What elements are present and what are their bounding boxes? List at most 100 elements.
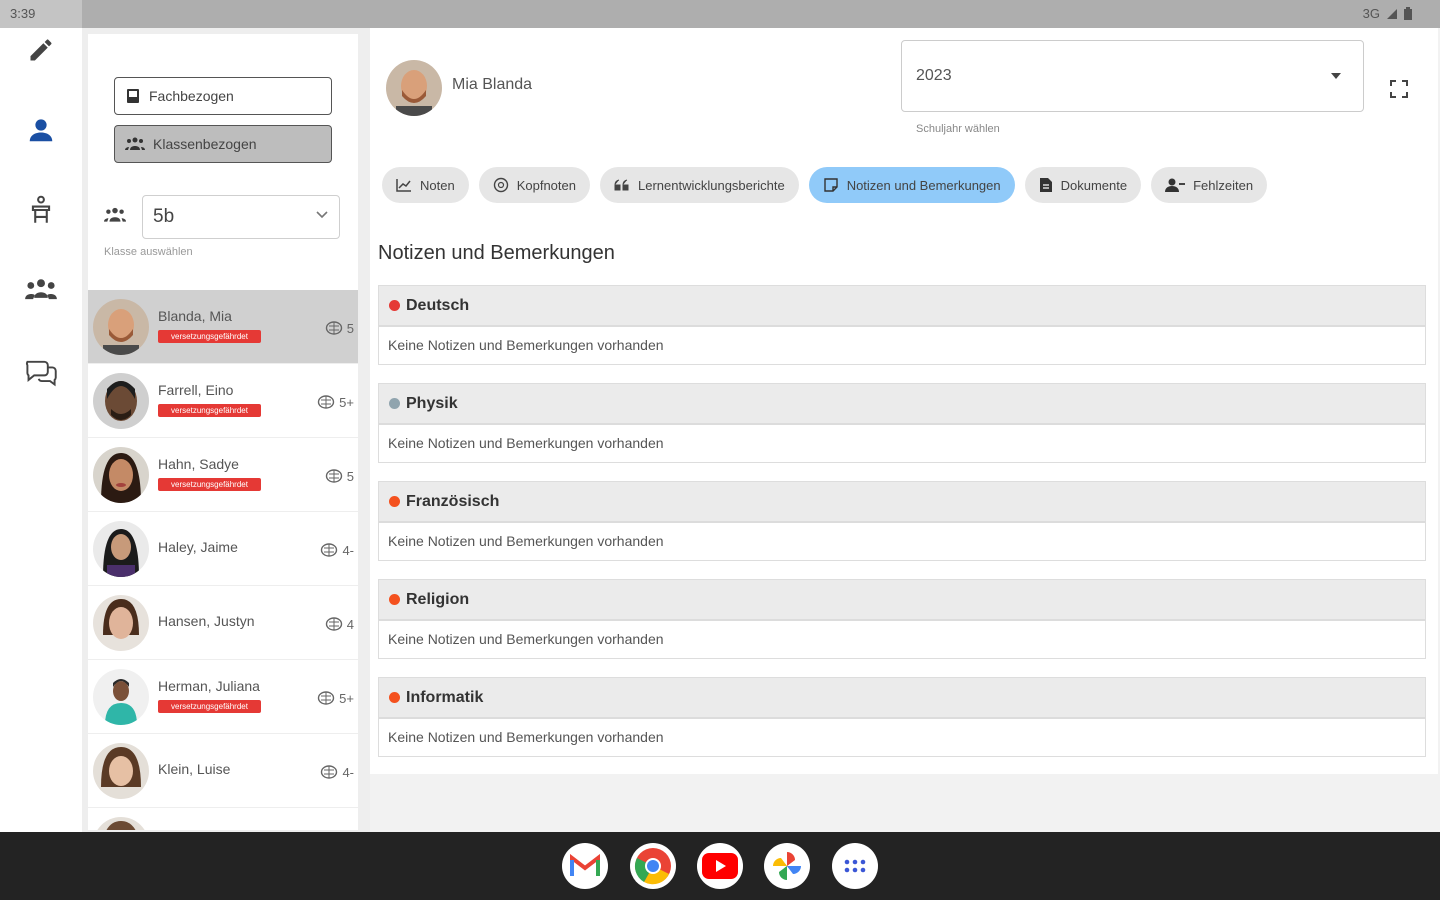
- avatar: [93, 669, 149, 725]
- student-grade: 4-: [320, 764, 354, 780]
- tab-noten[interactable]: Noten: [382, 167, 469, 203]
- subject-notes: Keine Notizen und Bemerkungen vorhanden: [388, 337, 664, 353]
- people-icon: [125, 137, 145, 150]
- tab-dokumente[interactable]: Dokumente: [1024, 167, 1142, 203]
- document-icon: [1039, 178, 1052, 192]
- subject-header: Physik: [379, 384, 1425, 425]
- student-name: Blanda, Mia: [158, 308, 232, 324]
- section-title: Notizen und Bemerkungen: [378, 242, 615, 264]
- chart-icon: [396, 179, 411, 192]
- subject-color-dot: [389, 692, 400, 703]
- student-grade: 5+: [317, 690, 354, 706]
- note-icon: [823, 178, 838, 192]
- student-grade: 5: [325, 468, 354, 484]
- brain-icon: [317, 691, 335, 705]
- avatar: [93, 817, 149, 830]
- avatar: [93, 595, 149, 651]
- signal-icon: [1387, 8, 1397, 19]
- status-badge: versetzungsgefährdet: [158, 700, 261, 713]
- brain-icon: [325, 321, 342, 335]
- brain-icon: [325, 617, 342, 631]
- network-label: 3G: [1362, 6, 1380, 21]
- tab-notizen[interactable]: Notizen und Bemerkungen: [808, 167, 1015, 203]
- class-based-button[interactable]: Klassenbezogen: [114, 125, 332, 163]
- avatar: [93, 373, 149, 429]
- student-title-name: Mia Blanda: [452, 76, 533, 93]
- student-name: Klein, Luise: [158, 761, 231, 777]
- student-row[interactable]: Haley, Jaime 4-: [88, 512, 358, 586]
- nav-edit[interactable]: [21, 30, 61, 70]
- status-badge: versetzungsgefährdet: [158, 404, 261, 417]
- photos-icon[interactable]: [764, 843, 810, 889]
- tab-label: Noten: [420, 177, 455, 193]
- student-grade-value: 5+: [339, 394, 354, 410]
- subject-name: Religion: [406, 590, 470, 608]
- student-grade-value: 4-: [342, 764, 354, 780]
- student-grade-value: 5: [346, 468, 354, 484]
- class-group-icon: [104, 207, 126, 222]
- badge-icon: [493, 177, 508, 193]
- person-icon: [29, 119, 53, 142]
- student-row[interactable]: Hahn, Sadye versetzungsgefährdet 5: [88, 438, 358, 512]
- subject-card-informatik[interactable]: Informatik Keine Notizen und Bemerkungen…: [378, 677, 1426, 757]
- brain-icon: [321, 543, 338, 557]
- subject-color-dot: [389, 496, 400, 507]
- subject-card-physik[interactable]: Physik Keine Notizen und Bemerkungen vor…: [378, 383, 1426, 463]
- student-row[interactable]: Hansen, Justyn 4: [88, 586, 358, 660]
- subject-notes: Keine Notizen und Bemerkungen vorhanden: [388, 435, 664, 451]
- tab-bar: Noten Kopfnoten Lernentwicklungsberichte…: [382, 167, 1268, 203]
- student-row[interactable]: Farrell, Eino versetzungsgefährdet 5+: [88, 364, 358, 438]
- student-row[interactable]: Herman, Juliana versetzungsgefährdet 5+: [88, 660, 358, 734]
- tab-lernentwicklungsberichte[interactable]: Lernentwicklungsberichte: [599, 167, 799, 203]
- student-row[interactable]: [88, 808, 358, 830]
- quote-icon: [614, 179, 629, 191]
- status-bar: 3:39 3G: [0, 0, 1440, 28]
- student-grade-value: 5+: [339, 690, 354, 706]
- subject-name: Französisch: [406, 492, 500, 510]
- student-name: Hahn, Sadye: [158, 456, 239, 472]
- tab-label: Kopfnoten: [516, 177, 576, 193]
- student-grade: 4: [325, 616, 354, 632]
- subject-name: Physik: [406, 394, 458, 412]
- subject-based-label: Fachbezogen: [149, 88, 234, 104]
- nav-teacher[interactable]: [21, 190, 61, 230]
- student-grade: 5: [325, 320, 354, 336]
- student-list: Blanda, Mia versetzungsgefährdet 5 Farre…: [88, 290, 358, 830]
- student-name: Haley, Jaime: [158, 539, 238, 555]
- class-select-value: 5b: [153, 206, 175, 227]
- pencil-icon: [30, 39, 52, 61]
- class-selection-card: Fachbezogen Klassenbezogen 5b Klasse aus…: [88, 34, 358, 296]
- tab-label: Dokumente: [1060, 177, 1128, 193]
- app-drawer-icon[interactable]: [832, 843, 878, 889]
- group-icon: [25, 279, 57, 300]
- tab-kopfnoten[interactable]: Kopfnoten: [478, 167, 590, 203]
- gmail-icon[interactable]: [562, 843, 608, 889]
- youtube-icon[interactable]: [697, 843, 743, 889]
- student-row[interactable]: Klein, Luise 4-: [88, 734, 358, 808]
- subject-notes: Keine Notizen und Bemerkungen vorhanden: [388, 631, 664, 647]
- left-panel: Fachbezogen Klassenbezogen 5b Klasse aus…: [82, 28, 370, 832]
- status-badge: versetzungsgefährdet: [158, 330, 261, 343]
- fullscreen-icon[interactable]: [1390, 80, 1408, 98]
- student-grade-value: 5: [346, 320, 354, 336]
- system-icons: 3G: [1363, 6, 1412, 21]
- chrome-icon[interactable]: [630, 843, 676, 889]
- avatar: [93, 521, 149, 577]
- class-select[interactable]: 5b: [142, 195, 340, 239]
- nav-groups[interactable]: [21, 270, 61, 310]
- subject-based-button[interactable]: Fachbezogen: [114, 77, 332, 115]
- school-year-select[interactable]: 2023: [901, 40, 1364, 112]
- nav-student[interactable]: [21, 110, 61, 150]
- tab-fehlzeiten[interactable]: Fehlzeiten: [1151, 167, 1268, 203]
- student-name: Hansen, Justyn: [158, 613, 255, 629]
- tab-label: Lernentwicklungsberichte: [637, 177, 785, 193]
- brain-icon: [321, 765, 338, 779]
- nav-messages[interactable]: [21, 352, 61, 392]
- subject-card-religion[interactable]: Religion Keine Notizen und Bemerkungen v…: [378, 579, 1426, 659]
- brain-icon: [317, 395, 335, 409]
- subject-card-deutsch[interactable]: Deutsch Keine Notizen und Bemerkungen vo…: [378, 285, 1426, 365]
- subject-card-franzoesisch[interactable]: Französisch Keine Notizen und Bemerkunge…: [378, 481, 1426, 561]
- student-grade: 4-: [320, 542, 354, 558]
- student-row[interactable]: Blanda, Mia versetzungsgefährdet 5: [88, 290, 358, 364]
- class-based-label: Klassenbezogen: [153, 136, 257, 152]
